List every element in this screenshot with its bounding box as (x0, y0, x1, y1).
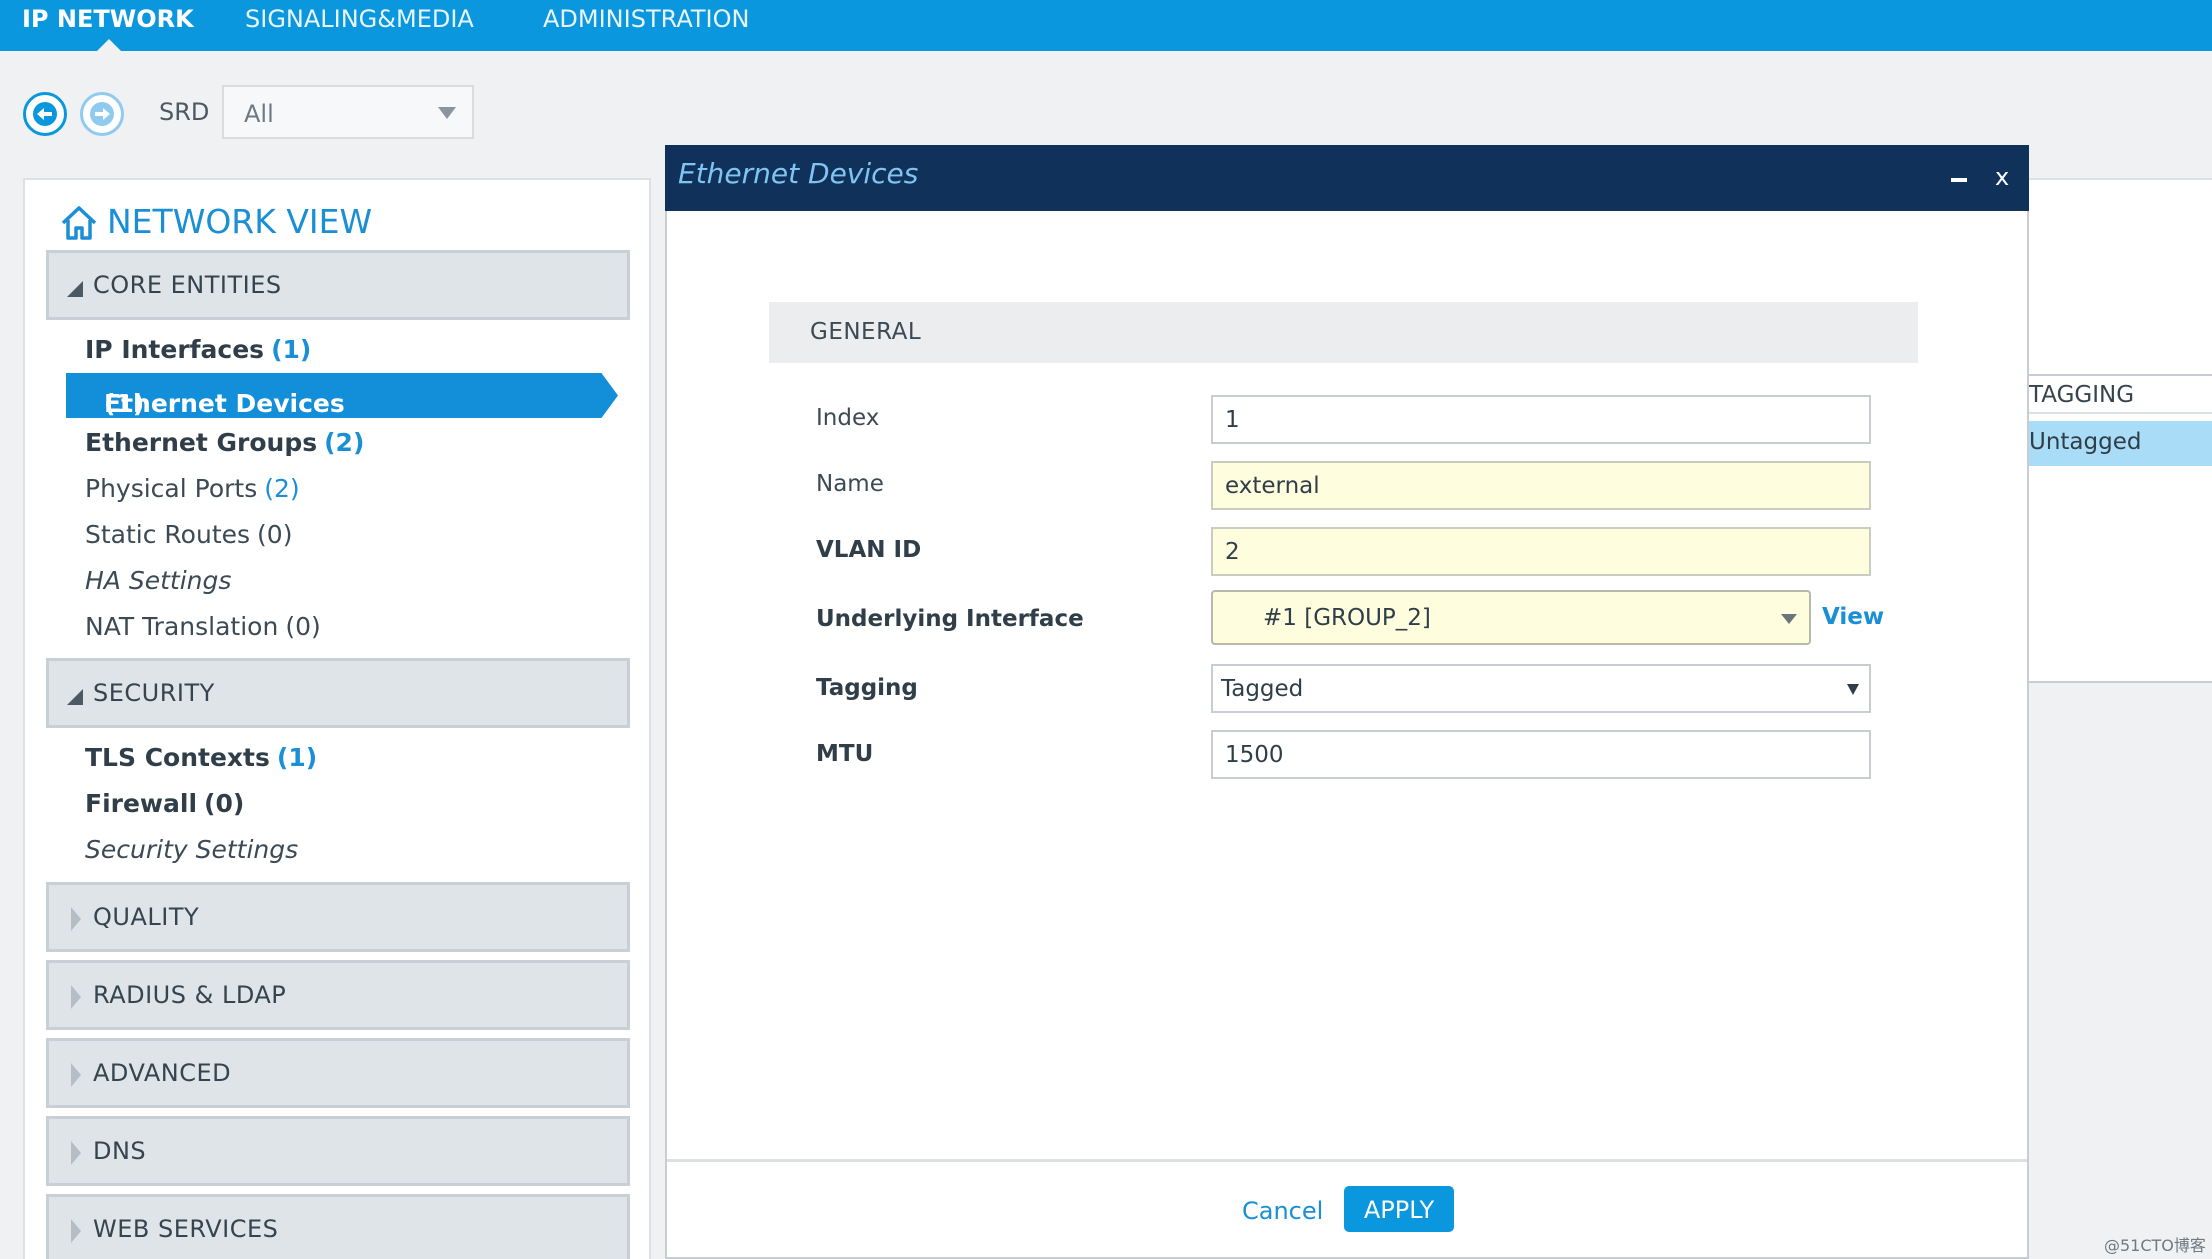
arrow-left-circle-icon (33, 102, 57, 126)
watermark: @51CTO博客 (2104, 1236, 2206, 1255)
nav-item-tls-contexts[interactable]: TLS Contexts (1) (85, 743, 317, 772)
apply-button[interactable]: APPLY (1344, 1186, 1454, 1232)
top-navigation-bar: IP NETWORK SIGNALING&MEDIA ADMINISTRATIO… (0, 0, 2212, 51)
mtu-label: MTU (816, 741, 874, 767)
section-security[interactable]: SECURITY (46, 658, 630, 728)
chevron-down-icon (1781, 614, 1797, 624)
index-label: Index (816, 405, 880, 431)
dialog-header[interactable]: Ethernet Devices x (665, 145, 2029, 211)
chevron-down-icon (438, 107, 456, 119)
nav-item-physical-ports[interactable]: Physical Ports (2) (85, 474, 300, 503)
collapsed-triangle-icon (71, 907, 81, 931)
home-icon (61, 206, 97, 240)
table-header-tagging[interactable]: TAGGING (2029, 374, 2212, 414)
ethernet-devices-dialog: Ethernet Devices x GENERAL Index Name VL… (665, 145, 2029, 1259)
nav-item-ha-settings[interactable]: HA Settings (85, 566, 231, 595)
tagging-select[interactable]: Tagged (1211, 664, 1871, 713)
dropdown-arrow-icon (1847, 684, 1859, 695)
view-interface-link[interactable]: View (1822, 604, 1884, 630)
expanded-triangle-icon (67, 689, 83, 705)
collapsed-triangle-icon (71, 1141, 81, 1165)
section-dns[interactable]: DNS (46, 1116, 630, 1186)
nav-item-security-settings[interactable]: Security Settings (85, 835, 298, 864)
nav-item-ethernet-groups[interactable]: Ethernet Groups (2) (85, 428, 364, 457)
network-view-panel: NETWORK VIEW CORE ENTITIES IP Interfaces… (23, 178, 651, 1259)
arrow-right-circle-icon (90, 102, 114, 126)
nav-item-static-routes[interactable]: Static Routes (0) (85, 520, 292, 549)
srd-selected-value: All (244, 100, 274, 128)
nav-item-ethernet-devices[interactable]: Ethernet Devices (1) (66, 373, 618, 418)
nav-item-nat-translation[interactable]: NAT Translation (0) (85, 612, 321, 641)
name-field[interactable] (1211, 461, 1871, 510)
underlying-interface-label: Underlying Interface (816, 606, 1084, 632)
section-core-entities[interactable]: CORE ENTITIES (46, 250, 630, 320)
tab-administration[interactable]: ADMINISTRATION (543, 0, 749, 51)
cancel-button[interactable]: Cancel (1242, 1197, 1323, 1225)
vlan-id-label: VLAN ID (816, 537, 922, 563)
general-section-header: GENERAL (769, 302, 1918, 363)
forward-button[interactable] (80, 92, 124, 136)
section-radius-ldap[interactable]: RADIUS & LDAP (46, 960, 630, 1030)
dialog-title: Ethernet Devices (678, 157, 919, 190)
srd-label: SRD (159, 98, 210, 126)
name-label: Name (816, 471, 884, 497)
mtu-field[interactable] (1211, 730, 1871, 779)
dialog-footer: Cancel APPLY (667, 1159, 2027, 1259)
tagging-label: Tagging (816, 675, 918, 701)
active-tab-indicator (97, 39, 121, 51)
back-button[interactable] (23, 92, 67, 136)
srd-select[interactable]: All (222, 85, 474, 139)
section-advanced[interactable]: ADVANCED (46, 1038, 630, 1108)
table-row[interactable]: Untagged (2029, 421, 2212, 466)
section-web-services[interactable]: WEB SERVICES (46, 1194, 630, 1259)
ethernet-devices-table: TAGGING Untagged (2029, 178, 2212, 683)
nav-item-firewall[interactable]: Firewall (0) (85, 789, 244, 818)
underlying-interface-select[interactable]: #1 [GROUP_2] (1211, 590, 1811, 645)
index-field[interactable] (1211, 395, 1871, 444)
vlan-id-field[interactable] (1211, 527, 1871, 576)
expanded-triangle-icon (67, 281, 83, 297)
nav-item-ip-interfaces[interactable]: IP Interfaces (1) (85, 335, 311, 364)
collapsed-triangle-icon (71, 1063, 81, 1087)
collapsed-triangle-icon (71, 985, 81, 1009)
section-quality[interactable]: QUALITY (46, 882, 630, 952)
collapsed-triangle-icon (71, 1219, 81, 1243)
minimize-icon[interactable] (1951, 178, 1967, 182)
tab-signaling-media[interactable]: SIGNALING&MEDIA (245, 0, 474, 51)
close-icon[interactable]: x (1995, 163, 2009, 191)
tagging-value: Tagged (1221, 676, 1304, 702)
underlying-interface-value: #1 [GROUP_2] (1263, 605, 1431, 631)
